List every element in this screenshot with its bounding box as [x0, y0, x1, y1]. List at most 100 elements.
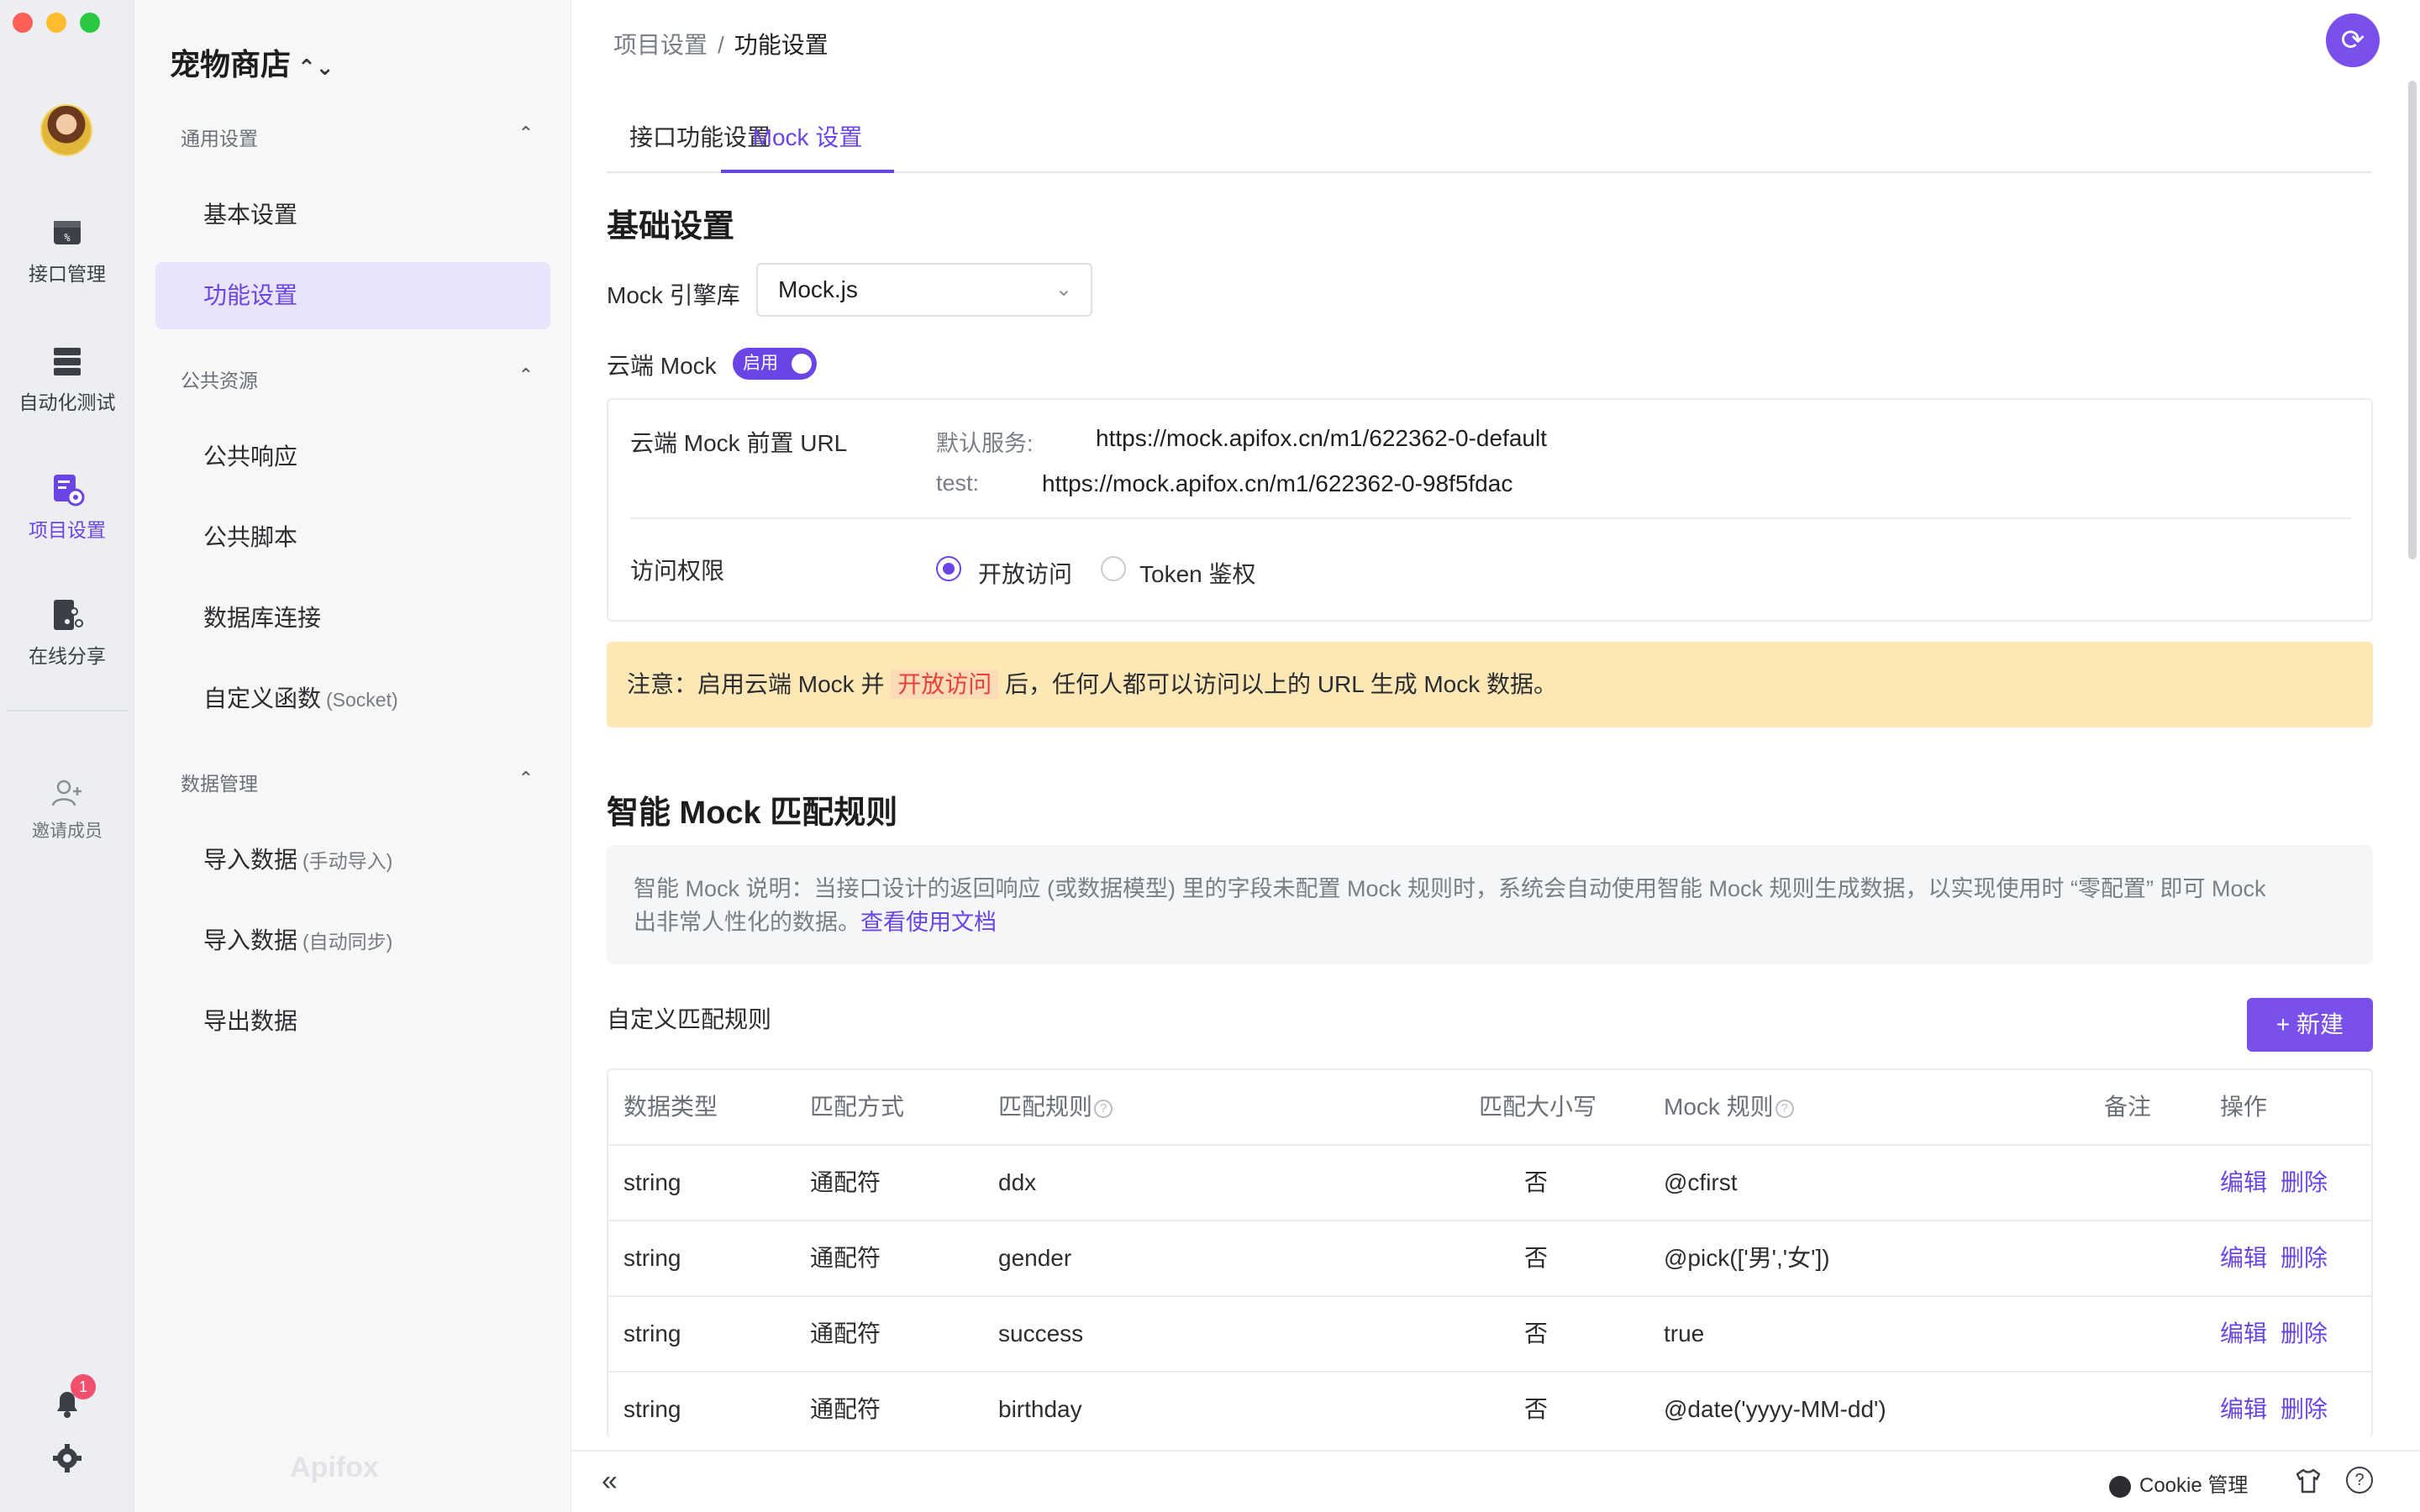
help-circle-icon[interactable]: ?	[2346, 1467, 2373, 1494]
sidebar-item-import-manual[interactable]: 导入数据 (手动导入)	[155, 827, 550, 894]
shirt-icon[interactable]	[2294, 1467, 2323, 1495]
table-header: 数据类型 匹配方式 匹配规则? 匹配大小写 Mock 规则? 备注 操作	[608, 1070, 2371, 1146]
sidebar-item-label: 数据库连接	[203, 605, 322, 631]
header-cell: 匹配规则?	[998, 1070, 1113, 1144]
sidebar-item-feature-settings[interactable]: 功能设置	[155, 262, 550, 329]
sync-button[interactable]: ⟳	[2326, 13, 2380, 67]
sidebar-item-label: 公共响应	[203, 444, 298, 470]
cookie-manager-button[interactable]: Cookie 管理	[2109, 1468, 2248, 1498]
sidebar-item-label: 公共脚本	[203, 524, 298, 550]
notification-badge: 1	[71, 1374, 96, 1399]
header-cell: Mock 规则?	[1664, 1070, 1794, 1144]
warning-notice: 注意：启用云端 Mock 并 开放访问 后，任何人都可以访问以上的 URL 生成…	[607, 642, 2373, 727]
chevron-up-icon: ⌃	[518, 123, 534, 144]
cell-match: 通配符	[810, 1396, 881, 1422]
group-data-management[interactable]: 数据管理 ⌃	[181, 768, 534, 796]
header-cell: 备注	[2104, 1094, 2152, 1120]
url-label: 云端 Mock 前置 URL	[630, 430, 848, 456]
rail-item-api-management[interactable]: % 接口管理	[0, 214, 134, 286]
avatar[interactable]	[40, 104, 92, 156]
cell-mock: @date('yyyy-MM-dd')	[1664, 1396, 1886, 1422]
new-rule-button[interactable]: + 新建	[2247, 998, 2373, 1052]
toggle-label: 启用	[743, 354, 778, 373]
cell-rule: ddx	[998, 1169, 1037, 1195]
table-row: string 通配符 success 否 true 编辑 删除	[608, 1297, 2371, 1373]
rail-item-online-share[interactable]: 在线分享	[0, 596, 134, 669]
help-icon[interactable]: ?	[1775, 1099, 1794, 1118]
radio-label[interactable]: 开放访问	[978, 556, 1072, 590]
cell-type: string	[623, 1245, 681, 1271]
sidebar-item-label: 导入数据	[203, 847, 298, 873]
vertical-scrollbar[interactable]	[2408, 81, 2417, 559]
project-settings-icon	[54, 475, 85, 507]
sidebar-item-basic-settings[interactable]: 基本设置	[155, 181, 550, 249]
cell-case: 否	[1524, 1245, 1549, 1271]
group-label: 公共资源	[181, 370, 258, 391]
url-key: test:	[936, 470, 980, 496]
table-row: string 通配符 gender 否 @pick(['男','女']) 编辑 …	[608, 1221, 2371, 1297]
breadcrumb-separator: /	[718, 32, 724, 58]
sidebar-item-export-data[interactable]: 导出数据	[155, 988, 550, 1055]
doc-link[interactable]: 查看使用文档	[860, 910, 997, 935]
breadcrumb-parent[interactable]: 项目设置	[613, 32, 708, 58]
header-cell: 匹配方式	[810, 1094, 905, 1120]
radio-label[interactable]: Token 鉴权	[1139, 556, 1256, 590]
header-label: Mock 规则	[1664, 1094, 1774, 1120]
svg-text:%: %	[64, 232, 71, 244]
engine-label: Mock 引擎库	[607, 282, 740, 308]
edit-link[interactable]: 编辑	[2220, 1373, 2267, 1438]
invite-member-button[interactable]: 邀请成员	[0, 777, 134, 843]
radio-token-auth[interactable]	[1101, 556, 1126, 581]
project-name: 宠物商店	[170, 47, 292, 81]
url-value[interactable]: https://mock.apifox.cn/m1/622362-0-98f5f…	[1042, 470, 1512, 497]
group-public-resources[interactable]: 公共资源 ⌃	[181, 365, 534, 393]
rail-item-project-settings[interactable]: 项目设置	[0, 470, 134, 543]
table-row: string 通配符 birthday 否 @date('yyyy-MM-dd'…	[608, 1373, 2371, 1438]
desc-line-2: 出非常人性化的数据。查看使用文档	[634, 906, 2346, 939]
sidebar-item-import-auto[interactable]: 导入数据 (自动同步)	[155, 907, 550, 974]
delete-link[interactable]: 删除	[2281, 1373, 2328, 1438]
mock-engine-value: Mock.js	[778, 276, 858, 302]
cell-match: 通配符	[810, 1320, 881, 1347]
group-general[interactable]: 通用设置 ⌃	[181, 123, 534, 151]
delete-link[interactable]: 删除	[2281, 1221, 2328, 1295]
sidebar-item-label: 自定义函数	[203, 685, 322, 711]
sidebar-item-public-responses[interactable]: 公共响应	[155, 423, 550, 491]
edit-link[interactable]: 编辑	[2220, 1146, 2267, 1220]
delete-link[interactable]: 删除	[2281, 1297, 2328, 1371]
cloud-mock-panel: 云端 Mock 前置 URL 默认服务: https://mock.apifox…	[607, 398, 2373, 622]
rail-label: 在线分享	[29, 645, 106, 667]
delete-link[interactable]: 删除	[2281, 1146, 2328, 1220]
project-switcher[interactable]: 宠物商店 ⌃⌄	[170, 40, 334, 84]
url-value[interactable]: https://mock.apifox.cn/m1/622362-0-defau…	[1096, 425, 1547, 452]
sidebar-item-note: (Socket)	[326, 689, 398, 711]
close-window-button[interactable]	[13, 13, 33, 33]
header-label: 匹配规则	[998, 1094, 1093, 1120]
mock-engine-select[interactable]: Mock.js ⌄	[756, 263, 1092, 317]
edit-link[interactable]: 编辑	[2220, 1221, 2267, 1295]
custom-rules-table: 数据类型 匹配方式 匹配规则? 匹配大小写 Mock 规则? 备注 操作 str…	[607, 1068, 2373, 1438]
sidebar-item-database-connection[interactable]: 数据库连接	[155, 585, 550, 652]
radio-open-access[interactable]	[936, 556, 961, 581]
edit-link[interactable]: 编辑	[2220, 1297, 2267, 1371]
gear-icon[interactable]	[50, 1441, 84, 1475]
sidebar-item-custom-functions[interactable]: 自定义函数 (Socket)	[155, 665, 550, 732]
toggle-knob	[792, 354, 812, 374]
collapse-sidebar-icon[interactable]: «	[602, 1465, 618, 1498]
rail-item-automation-test[interactable]: 自动化测试	[0, 343, 134, 415]
maximize-window-button[interactable]	[80, 13, 100, 33]
help-icon[interactable]: ?	[1094, 1099, 1113, 1118]
window-controls	[13, 13, 100, 33]
url-key: 默认服务:	[936, 431, 1034, 456]
cell-case: 否	[1524, 1169, 1549, 1195]
cell-mock: @pick(['男','女'])	[1664, 1245, 1830, 1271]
tab-mock-settings[interactable]: Mock 设置	[721, 119, 894, 173]
sidebar-item-public-scripts[interactable]: 公共脚本	[155, 504, 550, 571]
sidebar-item-label: 基本设置	[203, 202, 298, 228]
cell-rule: gender	[998, 1245, 1072, 1271]
table-row: string 通配符 ddx 否 @cfirst 编辑 删除	[608, 1146, 2371, 1221]
minimize-window-button[interactable]	[46, 13, 66, 33]
left-rail: % 接口管理 自动化测试 项目设置 在线分享 邀请成员 1	[0, 0, 134, 1512]
cloud-mock-toggle[interactable]: 启用	[733, 348, 817, 380]
cell-type: string	[623, 1169, 681, 1195]
